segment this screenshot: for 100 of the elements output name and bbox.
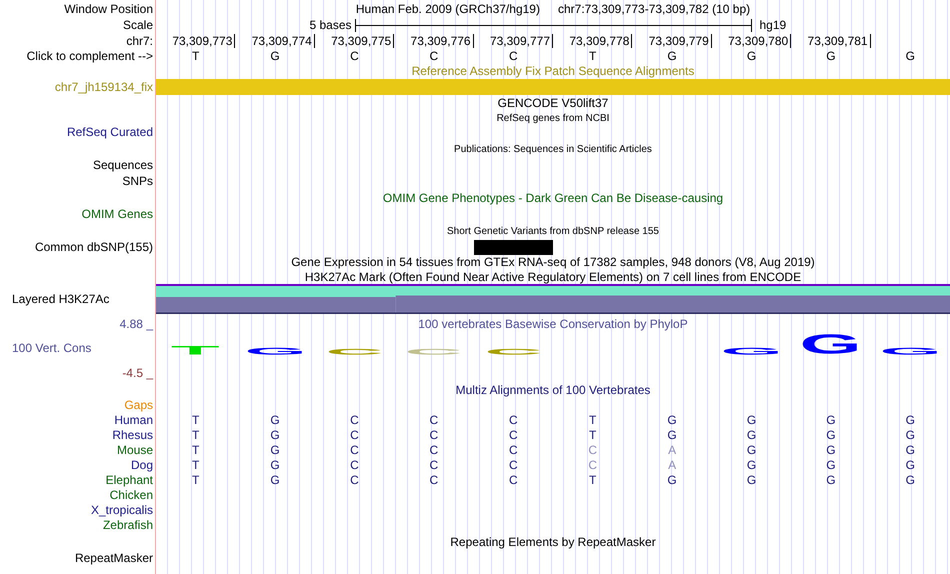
track-title: Repeating Elements by RepeatMasker — [450, 535, 656, 550]
alignment-base: C — [508, 413, 518, 427]
position-label: 73,309,778 — [569, 34, 632, 48]
alignment-base: G — [906, 443, 915, 457]
alignment-base: C — [508, 428, 518, 442]
alignment-base: C — [508, 443, 518, 457]
alignment-base: A — [668, 458, 676, 472]
track-label[interactable]: Common dbSNP(155) — [34, 240, 153, 254]
position-label: 73,309,777 — [490, 34, 553, 48]
alignment-base: C — [588, 443, 598, 457]
alignment-base: G — [270, 413, 280, 427]
species-label: Dog — [130, 458, 153, 473]
alignment-base: T — [589, 473, 596, 487]
position-label: 73,309,776 — [410, 34, 474, 48]
track-label: Window Position — [64, 2, 153, 16]
alignment-base: C — [350, 458, 359, 472]
alignment-base: G — [270, 443, 280, 457]
logo-letter: T — [171, 346, 220, 355]
alignment-base: G — [826, 428, 836, 442]
base-letter[interactable]: G — [667, 49, 677, 63]
assembly-text: Human Feb. 2009 (GRCh37/hg19) — [356, 2, 540, 16]
alignment-base: C — [350, 473, 359, 487]
assembly-name: hg19 — [760, 18, 786, 32]
alignment-base: G — [746, 458, 756, 472]
track-label[interactable]: 100 Vert. Cons — [0, 341, 92, 356]
alignment-base: G — [667, 428, 677, 442]
position-label: 73,309,775 — [331, 34, 394, 48]
position-label: 73,309,780 — [728, 34, 792, 48]
species-label: Rhesus — [112, 428, 153, 443]
species-label: Zebrafish — [102, 518, 153, 533]
track-title: H3K27Ac Mark (Often Found Near Active Regulatory Elements) on 7 cell lines from ENCODE — [304, 270, 802, 285]
track-title: Reference Assembly Fix Patch Sequence Alignments — [412, 64, 694, 79]
base-letter[interactable]: T — [589, 49, 596, 63]
alignment-base: T — [192, 428, 200, 442]
alignment-base: G — [826, 413, 836, 427]
track-label: Scale — [122, 18, 153, 33]
alignment-base: G — [746, 443, 756, 457]
position-label: 73,309,774 — [252, 34, 315, 48]
alignment-base: G — [826, 443, 836, 457]
base-letter[interactable]: G — [746, 49, 756, 63]
alignment-base: G — [826, 458, 836, 472]
alignment-base: G — [270, 473, 280, 487]
alignment-base: G — [270, 428, 280, 442]
alignment-base: G — [906, 428, 915, 442]
track-title: Gene Expression in 54 tissues from GTEx RNA-seq of 17382 samples, 948 donors (V8, Aug 2019) — [291, 255, 815, 270]
species-label: Chicken — [110, 488, 153, 503]
logo-letter: C — [484, 349, 542, 355]
track-title: 100 vertebrates Basewise Conservation by PhyloP — [418, 316, 688, 332]
alignment-base: T — [192, 458, 200, 472]
base-letter[interactable]: G — [270, 49, 280, 63]
alignment-base: C — [430, 413, 438, 427]
logo-letter: G — [720, 348, 783, 355]
alignment-base: C — [350, 443, 359, 457]
track-label[interactable]: Sequences — [92, 158, 153, 172]
track-label[interactable]: RepeatMasker — [74, 550, 153, 566]
alignment-base: C — [350, 413, 359, 427]
alignment-base: G — [826, 473, 836, 487]
track-title: GENCODE V50lift37 — [498, 96, 608, 111]
alignment-base: T — [192, 443, 200, 457]
species-label: Elephant — [106, 473, 153, 488]
track-label[interactable]: OMIM Genes — [82, 206, 153, 222]
alignment-base: C — [350, 428, 359, 442]
base-letter[interactable]: T — [192, 49, 200, 63]
alignment-base: G — [746, 428, 756, 442]
alignment-base: G — [667, 473, 677, 487]
track-title: OMIM Gene Phenotypes - Dark Green Can Be Disease-causing — [382, 191, 724, 206]
alignment-base: C — [430, 473, 438, 487]
base-letter[interactable]: C — [430, 49, 438, 63]
track-title: Multiz Alignments of 100 Vertebrates — [456, 383, 650, 398]
alignment-base: T — [192, 473, 200, 487]
logo-letter: G — [879, 348, 942, 355]
alignment-base: C — [588, 458, 598, 472]
alignment-base: G — [906, 413, 915, 427]
track-label[interactable]: RefSeq Curated — [66, 124, 153, 140]
position-label: 73,309,773 — [172, 34, 236, 48]
axis-min-label: -4.5 _ — [122, 366, 153, 380]
track-title: Short Genetic Variants from dbSNP release 155 — [447, 225, 659, 239]
alignment-base: G — [667, 413, 677, 427]
alignment-base: G — [270, 458, 280, 472]
track-label[interactable]: SNPs — [122, 174, 153, 188]
logo-letter: G — [244, 348, 306, 355]
scale-text: 5 bases — [309, 18, 352, 32]
base-letter[interactable]: C — [508, 49, 518, 63]
position-label: 73,309,781 — [808, 34, 871, 48]
alignment-base: T — [192, 413, 200, 427]
base-letter[interactable]: C — [350, 49, 359, 63]
alignment-base: G — [906, 458, 915, 472]
alignment-base: G — [746, 413, 756, 427]
track-title: RefSeq genes from NCBI — [496, 112, 610, 126]
alignment-base: T — [589, 428, 596, 442]
track-label[interactable]: Layered H3K27Ac — [0, 292, 110, 306]
axis-max-label: 4.88 _ — [120, 316, 153, 332]
base-letter[interactable]: G — [826, 49, 836, 63]
alignment-base: T — [589, 413, 596, 427]
complement-link[interactable]: Click to complement --> — [26, 49, 153, 64]
variant-bar[interactable] — [474, 240, 553, 254]
base-letter[interactable]: G — [906, 49, 915, 63]
species-label: Human — [114, 413, 153, 428]
alignment-base: G — [906, 473, 915, 487]
logo-letter: G — [800, 335, 862, 355]
